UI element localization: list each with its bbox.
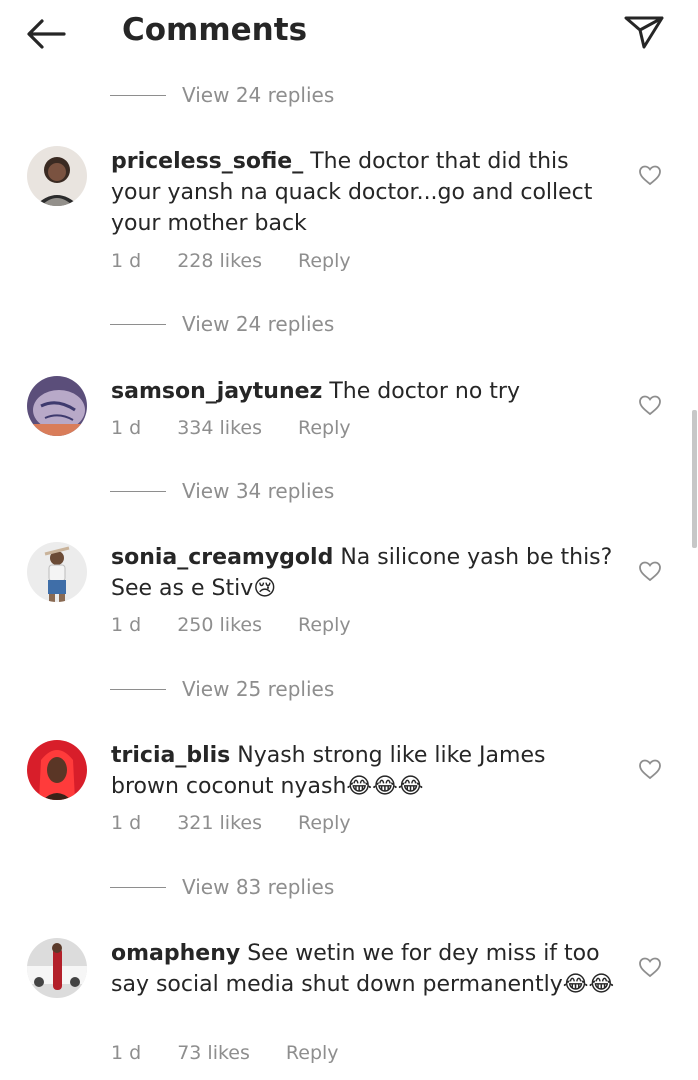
comment-username[interactable]: priceless_sofie_ xyxy=(111,149,303,174)
reply-button[interactable]: Reply xyxy=(298,812,351,834)
heart-outline-icon[interactable] xyxy=(638,757,662,781)
view-replies-label: View 34 replies xyxy=(182,479,335,503)
comment-meta: 1 d 334 likes Reply xyxy=(111,417,387,439)
heart-outline-icon[interactable] xyxy=(638,393,662,417)
back-arrow-icon xyxy=(27,19,66,49)
view-replies-button[interactable]: View 25 replies xyxy=(110,674,334,704)
comment-time: 1 d xyxy=(111,250,142,272)
comment-meta: 1 d 228 likes Reply xyxy=(111,250,387,272)
comment-meta: 1 d 250 likes Reply xyxy=(111,614,387,636)
comment-text: tricia_blis Nyash strong like like James… xyxy=(111,740,616,802)
avatar[interactable] xyxy=(27,376,87,436)
divider-line xyxy=(110,886,166,888)
comment-time: 1 d xyxy=(111,614,142,636)
avatar[interactable] xyxy=(27,740,87,800)
avatar[interactable] xyxy=(27,938,87,998)
heart-outline-icon[interactable] xyxy=(638,163,662,187)
comment-likes[interactable]: 228 likes xyxy=(177,250,262,272)
comment-time: 1 d xyxy=(111,417,142,439)
reply-button[interactable]: Reply xyxy=(298,250,351,272)
view-replies-label: View 25 replies xyxy=(182,677,335,701)
scrollbar[interactable] xyxy=(692,410,697,548)
comment-username[interactable]: tricia_blis xyxy=(111,743,230,768)
header-bar: Comments xyxy=(0,0,698,68)
view-replies-button[interactable]: View 83 replies xyxy=(110,872,334,902)
avatar-image xyxy=(27,542,87,602)
avatar-image xyxy=(27,376,87,436)
divider-line xyxy=(110,490,166,492)
reply-button[interactable]: Reply xyxy=(298,614,351,636)
avatar-image xyxy=(27,938,87,998)
comment-username[interactable]: omapheny xyxy=(111,941,240,966)
comment-time: 1 d xyxy=(111,812,142,834)
comment-text: samson_jaytunez The doctor no try xyxy=(111,376,616,407)
comment-likes[interactable]: 250 likes xyxy=(177,614,262,636)
comment-content: The doctor no try xyxy=(329,379,521,404)
view-replies-button[interactable]: View 24 replies xyxy=(110,80,334,110)
heart-outline-icon[interactable] xyxy=(638,559,662,583)
divider-line xyxy=(110,323,166,325)
view-replies-label: View 24 replies xyxy=(182,312,335,336)
comment-username[interactable]: samson_jaytunez xyxy=(111,379,322,404)
comment-meta: 1 d 73 likes Reply xyxy=(111,1042,375,1064)
reply-button[interactable]: Reply xyxy=(298,417,351,439)
back-button[interactable] xyxy=(24,14,68,54)
comment-text: priceless_sofie_ The doctor that did thi… xyxy=(111,146,616,239)
avatar[interactable] xyxy=(27,542,87,602)
comment-text: omapheny See wetin we for dey miss if to… xyxy=(111,938,616,1000)
comment-likes[interactable]: 321 likes xyxy=(177,812,262,834)
comment-time: 1 d xyxy=(111,1042,142,1064)
comment-text: sonia_creamygold Na silicone yash be thi… xyxy=(111,542,616,604)
view-replies-button[interactable]: View 24 replies xyxy=(110,309,334,339)
view-replies-label: View 83 replies xyxy=(182,875,335,899)
page-title: Comments xyxy=(122,12,308,48)
avatar-image xyxy=(27,740,87,800)
direct-send-button[interactable] xyxy=(622,12,666,52)
comment-likes[interactable]: 334 likes xyxy=(177,417,262,439)
divider-line xyxy=(110,94,166,96)
heart-outline-icon[interactable] xyxy=(638,955,662,979)
avatar-image xyxy=(27,146,87,206)
comment-meta: 1 d 321 likes Reply xyxy=(111,812,387,834)
avatar[interactable] xyxy=(27,146,87,206)
reply-button[interactable]: Reply xyxy=(286,1042,339,1064)
comment-likes[interactable]: 73 likes xyxy=(177,1042,250,1064)
divider-line xyxy=(110,688,166,690)
comment-username[interactable]: sonia_creamygold xyxy=(111,545,333,570)
direct-send-icon xyxy=(624,16,664,49)
view-replies-label: View 24 replies xyxy=(182,83,335,107)
view-replies-button[interactable]: View 34 replies xyxy=(110,476,334,506)
